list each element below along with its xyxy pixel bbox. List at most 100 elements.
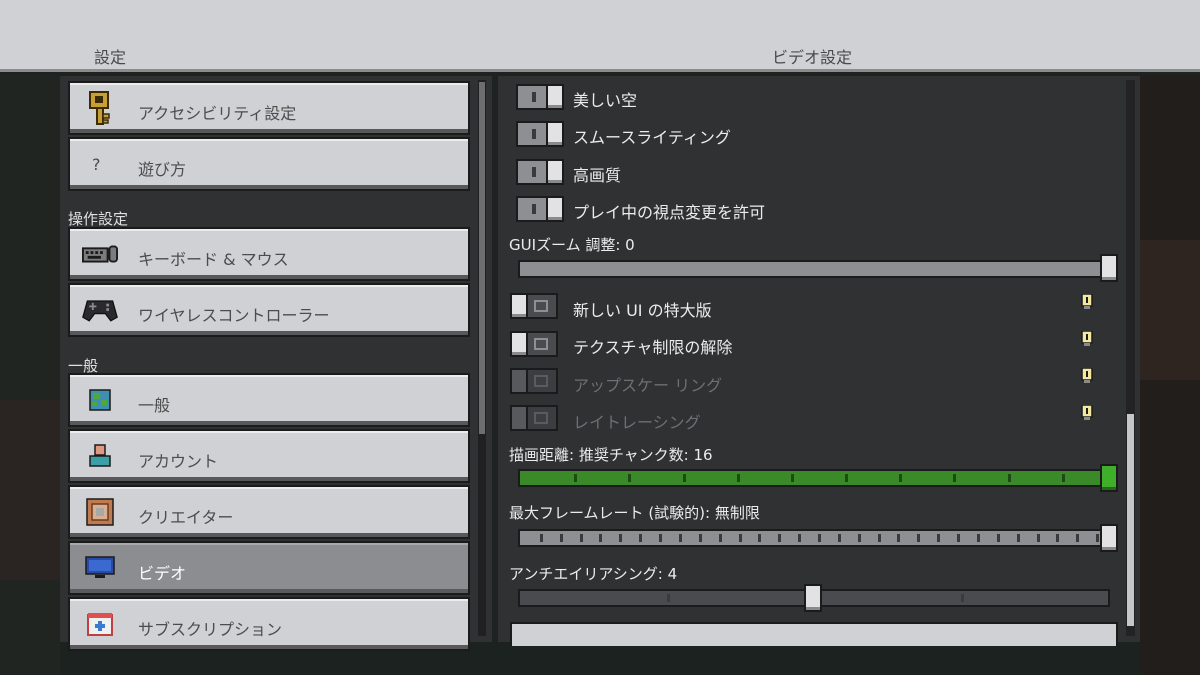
sidebar-item-label: 遊び方 xyxy=(138,160,187,179)
option-label: テクスチャ制限の解除 xyxy=(573,338,733,357)
sidebar-item-label: サブスクリプション xyxy=(138,620,283,639)
next-option-button[interactable] xyxy=(510,622,1118,646)
toggle-fancy-graphics[interactable] xyxy=(516,159,564,185)
toggle-smooth-lighting[interactable] xyxy=(516,121,564,147)
sidebar-item-label: ビデオ xyxy=(138,564,187,583)
slider-tick xyxy=(953,474,956,482)
slider-tick xyxy=(957,534,960,542)
background-block xyxy=(0,400,60,580)
render-distance-label: 描画距離: 推奨チャンク数: 16 xyxy=(509,446,713,464)
video-scroll-thumb[interactable] xyxy=(1127,414,1134,626)
slider-tick xyxy=(1008,474,1011,482)
option-label: レイトレーシング xyxy=(573,413,701,432)
option-label: 新しい UI の特大版 xyxy=(573,301,712,320)
slider-tick xyxy=(997,534,1000,542)
background-block xyxy=(0,75,60,675)
gui-scale-label: GUIズーム 調整: 0 xyxy=(509,236,635,254)
sidebar-item-accessibility[interactable]: アクセシビリティ設定 xyxy=(68,81,470,135)
toggle-fancy-sky[interactable] xyxy=(516,84,564,110)
antialiasing-label: アンチエイリアシング: 4 xyxy=(509,565,678,583)
sidebar-item-account[interactable]: アカウント xyxy=(68,429,470,483)
background-block xyxy=(1140,240,1200,380)
gui-scale-slider[interactable] xyxy=(518,260,1118,278)
key-icon xyxy=(82,91,118,125)
question-icon: ? xyxy=(92,154,101,174)
info-icon[interactable] xyxy=(1080,368,1094,384)
slider-tick xyxy=(937,534,940,542)
max-framerate-slider[interactable] xyxy=(518,529,1118,547)
video-scrollbar[interactable] xyxy=(1126,80,1135,636)
slider-tick xyxy=(798,534,801,542)
slider-tick xyxy=(1017,534,1020,542)
info-icon[interactable] xyxy=(1080,331,1094,347)
globe-icon xyxy=(82,384,118,416)
slider-tick xyxy=(719,534,722,542)
account-icon xyxy=(82,440,118,472)
sidebar-scroll-thumb[interactable] xyxy=(479,82,485,434)
slider-tick xyxy=(1096,534,1099,542)
top-header xyxy=(0,0,1200,72)
slider-tick xyxy=(1076,534,1079,542)
render-distance-slider[interactable] xyxy=(518,469,1118,487)
toggle-upscaling[interactable] xyxy=(510,368,558,394)
slider-tick xyxy=(667,594,670,602)
sidebar-item-label: キーボード & マウス xyxy=(138,250,289,269)
sidebar-item-video[interactable]: ビデオ xyxy=(68,541,470,595)
option-label: プレイ中の視点変更を許可 xyxy=(573,203,766,222)
slider-tick xyxy=(791,474,794,482)
info-icon[interactable] xyxy=(1080,405,1094,421)
slider-tick xyxy=(574,474,577,482)
slider-tick xyxy=(599,534,602,542)
info-icon[interactable] xyxy=(1080,294,1094,310)
sidebar-item-label: クリエイター xyxy=(138,508,234,527)
slider-tick xyxy=(917,534,920,542)
section-controls: 操作設定 xyxy=(68,210,129,228)
slider-tick xyxy=(961,594,964,602)
gui-scale-knob[interactable] xyxy=(1100,254,1118,282)
video-settings-title: ビデオ設定 xyxy=(772,48,853,67)
keyboard-mouse-icon xyxy=(82,238,118,270)
sidebar-item-label: アカウント xyxy=(138,452,219,471)
sidebar-scrollbar[interactable] xyxy=(478,80,486,636)
sidebar-item-creator[interactable]: クリエイター xyxy=(68,485,470,539)
gamepad-icon xyxy=(82,294,118,326)
toggle-ray-tracing[interactable] xyxy=(510,405,558,431)
slider-tick xyxy=(977,534,980,542)
slider-tick xyxy=(628,474,631,482)
settings-title: 設定 xyxy=(94,48,127,67)
slider-tick xyxy=(878,534,881,542)
slider-tick xyxy=(1056,534,1059,542)
subscription-icon xyxy=(82,608,118,640)
slider-tick xyxy=(679,534,682,542)
slider-tick xyxy=(540,534,543,542)
sidebar-item-subscription[interactable]: サブスクリプション xyxy=(68,597,470,651)
option-label: スムースライティング xyxy=(573,128,731,147)
slider-tick xyxy=(858,534,861,542)
toggle-unlock-texture[interactable] xyxy=(510,331,558,357)
sidebar-item-label: 一般 xyxy=(138,396,171,415)
render-distance-knob[interactable] xyxy=(1100,464,1118,492)
slider-tick xyxy=(737,474,740,482)
sidebar-item-wireless-controller[interactable]: ワイヤレスコントローラー xyxy=(68,283,470,337)
antialiasing-knob[interactable] xyxy=(804,584,822,612)
slider-tick xyxy=(739,534,742,542)
slider-tick xyxy=(683,474,686,482)
option-label: 美しい空 xyxy=(573,91,638,110)
slider-tick xyxy=(659,534,662,542)
max-framerate-label: 最大フレームレート (試験的): 無制限 xyxy=(509,504,760,522)
toggle-new-ui-xl[interactable] xyxy=(510,293,558,319)
sidebar-item-general[interactable]: 一般 xyxy=(68,373,470,427)
video-settings-panel xyxy=(498,76,1140,642)
slider-tick xyxy=(1037,534,1040,542)
slider-tick xyxy=(1062,474,1065,482)
slider-tick xyxy=(639,534,642,542)
sidebar-item-keyboard-mouse[interactable]: キーボード & マウス xyxy=(68,227,470,281)
toggle-allow-perspective[interactable] xyxy=(516,196,564,222)
max-framerate-knob[interactable] xyxy=(1100,524,1118,552)
sidebar-item-how-to-play[interactable]: ? 遊び方 xyxy=(68,137,470,191)
option-label: 高画質 xyxy=(573,166,622,185)
slider-tick xyxy=(897,534,900,542)
slider-tick xyxy=(899,474,902,482)
creator-icon xyxy=(82,496,118,528)
option-label: アップスケー リング xyxy=(573,376,723,395)
